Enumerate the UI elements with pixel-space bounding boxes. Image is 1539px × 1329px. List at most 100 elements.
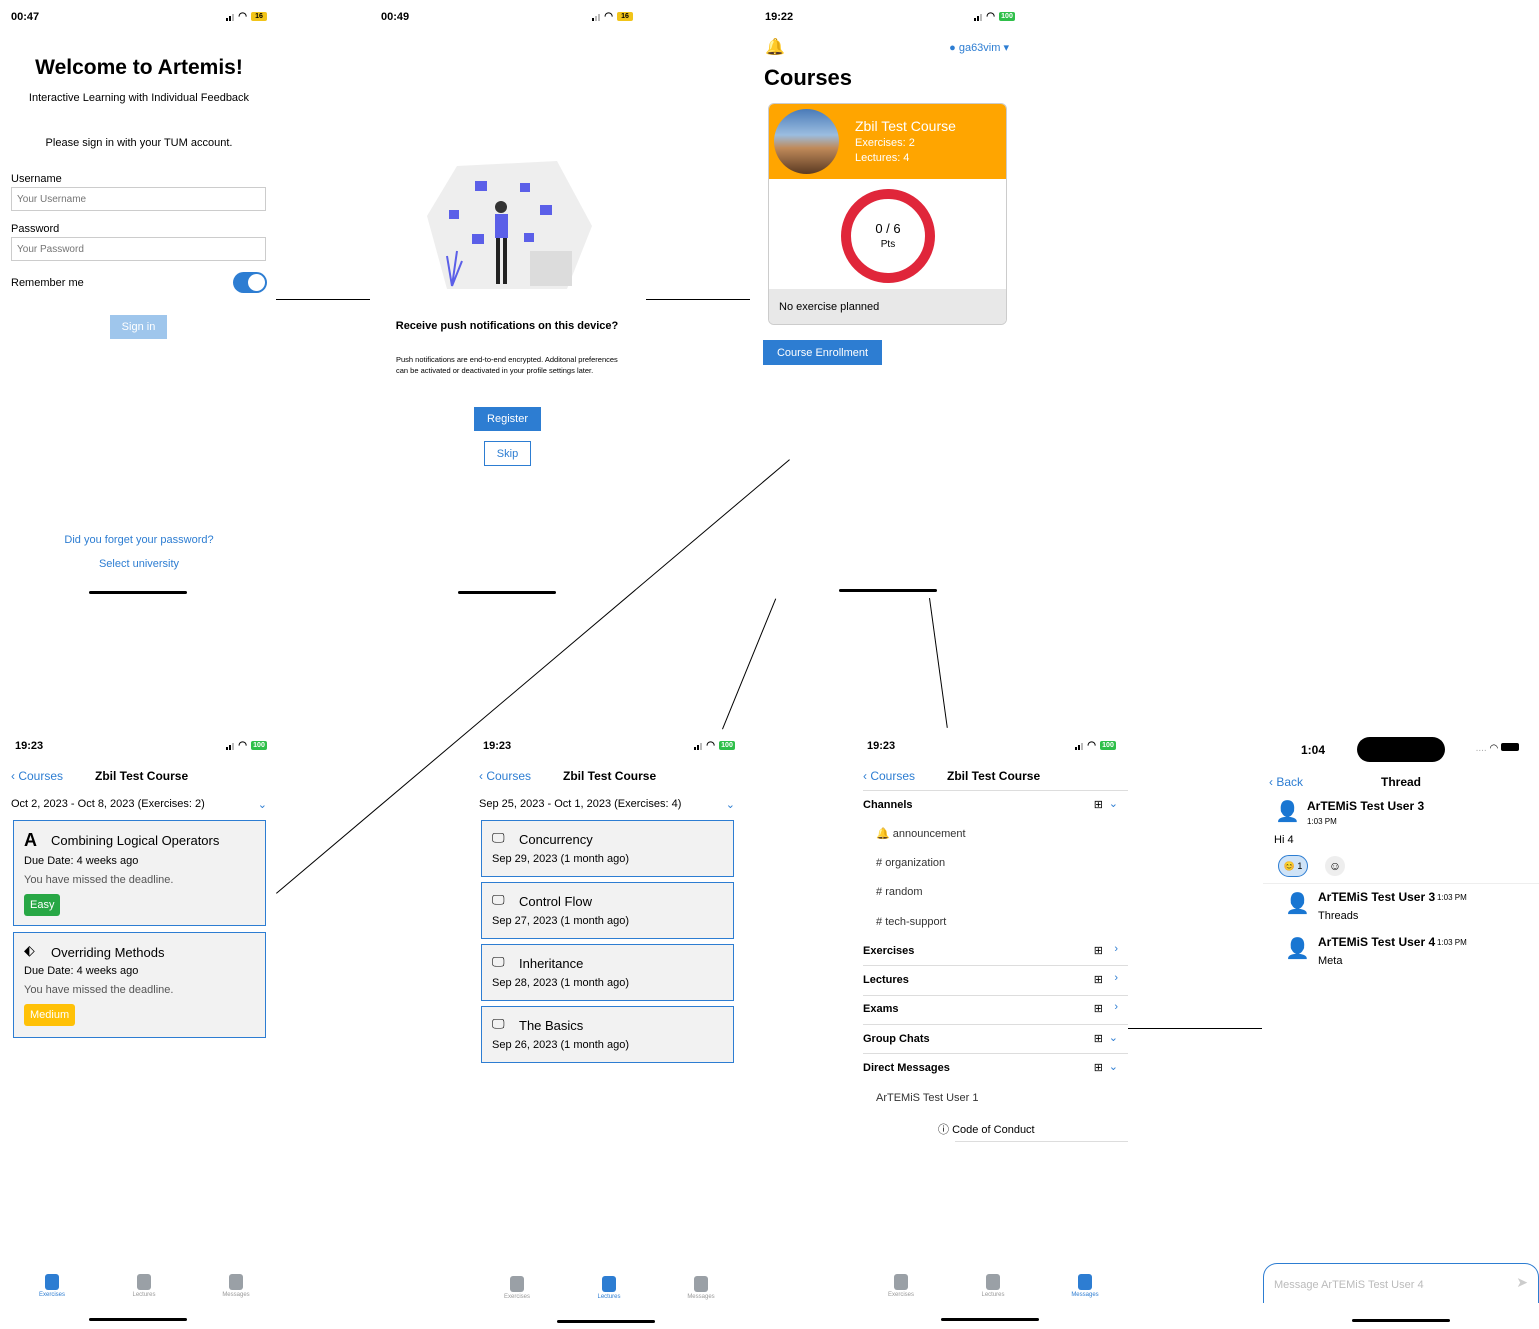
exercise-name: Overriding Methods [51, 945, 165, 960]
back-button[interactable]: ‹ Back [1269, 775, 1303, 789]
tab-lectures[interactable]: Lectures [579, 1276, 639, 1306]
section-header[interactable]: Group Chats ⊞ ⌄ [863, 1025, 1128, 1054]
lecture-card[interactable]: 🖵 Control Flow Sep 27, 2023 (1 month ago… [481, 882, 734, 939]
section-header[interactable]: Channels ⊞ ⌄ [863, 790, 1128, 818]
channel-item[interactable]: # tech-support [876, 916, 946, 928]
add-icon[interactable]: ⊞ [1094, 944, 1103, 957]
nav-bar: ‹ Courses Zbil Test Course [863, 769, 1128, 789]
battery-icon: 16 [251, 12, 267, 21]
bell-icon[interactable]: 🔔 [765, 37, 785, 57]
code-of-conduct-link[interactable]: ⓘ Code of Conduct [938, 1121, 1035, 1137]
nav-title: Zbil Test Course [95, 769, 189, 783]
message-input[interactable]: Message ArTEMiS Test User 4 ➤ [1263, 1263, 1539, 1303]
home-indicator [458, 591, 556, 594]
back-button[interactable]: ‹ Courses [11, 769, 63, 783]
course-card[interactable]: Zbil Test Course Exercises: 2 Lectures: … [768, 103, 1007, 325]
nav-title: Zbil Test Course [563, 769, 657, 783]
text-exercise-icon: A [24, 830, 37, 850]
status-bar: 19:23 ◠ 100 [863, 740, 1128, 760]
status-time: 19:23 [867, 740, 896, 752]
send-icon[interactable]: ➤ [1516, 1274, 1528, 1291]
channel-item[interactable]: # random [876, 886, 922, 898]
battery-icon: 100 [999, 12, 1015, 21]
lectures-screen: 19:23 ◠ 100 ‹ Courses Zbil Test Course S… [479, 740, 739, 1326]
tab-lectures[interactable]: Lectures [114, 1274, 174, 1304]
tab-exercises[interactable]: Exercises [871, 1274, 931, 1304]
password-field[interactable] [11, 237, 266, 261]
add-icon[interactable]: ⊞ [1094, 1061, 1103, 1074]
exercise-card[interactable]: A Combining Logical Operators Due Date: … [13, 820, 266, 926]
tab-messages[interactable]: Messages [671, 1276, 731, 1306]
chevron-down-icon: ⌄ [1108, 1061, 1118, 1073]
channel-item[interactable]: 🔔 announcement [876, 827, 966, 840]
dynamic-island [1357, 737, 1445, 762]
section-header[interactable]: Exams ⊞ › [863, 996, 1128, 1025]
course-exercises: Exercises: 2 [855, 137, 915, 149]
tab-bar: Exercises Lectures Messages [6, 1274, 282, 1304]
week-range: Sep 25, 2023 - Oct 1, 2023 (Exercises: 4… [479, 798, 682, 810]
status-time: 19:22 [765, 11, 794, 23]
message-text: Hi 4 [1274, 834, 1294, 846]
avatar: 👤 [1285, 938, 1310, 960]
book-icon [986, 1274, 1000, 1290]
remember-me-toggle[interactable] [233, 272, 267, 293]
tab-lectures[interactable]: Lectures [963, 1274, 1023, 1304]
reaction-chip[interactable]: 😊 1 [1278, 855, 1308, 877]
week-header[interactable]: Oct 2, 2023 - Oct 8, 2023 (Exercises: 2)… [11, 798, 267, 811]
week-header[interactable]: Sep 25, 2023 - Oct 1, 2023 (Exercises: 4… [479, 798, 735, 811]
signal-icon [1075, 742, 1084, 750]
tab-bar: Exercises Lectures Messages [471, 1276, 747, 1306]
courses-screen: 19:22 ◠ 100 🔔 ● ga63vim ▾ Courses Zbil T… [763, 11, 1015, 597]
add-icon[interactable]: ⊞ [1094, 1032, 1103, 1045]
back-button[interactable]: ‹ Courses [479, 769, 531, 783]
login-screen: 00:47 ◠ 16 Welcome to Artemis! Interacti… [11, 11, 267, 597]
reply-item[interactable]: 👤 ArTEMiS Test User 4 1:03 PM Meta [1263, 930, 1539, 974]
username-label: Username [11, 173, 62, 185]
username-field[interactable] [11, 187, 266, 211]
status-time: 00:47 [11, 11, 40, 23]
battery-icon: 100 [1100, 741, 1116, 750]
tab-exercises[interactable]: Exercises [487, 1276, 547, 1306]
forgot-password-link[interactable]: Did you forget your password? [11, 534, 267, 546]
flow-connector [1128, 1028, 1262, 1029]
book-icon [137, 1274, 151, 1290]
hash-icon: # [876, 857, 886, 869]
messages-screen: 19:23 ◠ 100 ‹ Courses Zbil Test Course C… [863, 740, 1128, 1326]
register-button[interactable]: Register [474, 407, 541, 431]
direct-message-item[interactable]: ArTEMiS Test User 1 [876, 1092, 979, 1104]
username: ga63vim [958, 42, 1001, 54]
lecture-date: Sep 27, 2023 (1 month ago) [492, 915, 629, 927]
select-university-link[interactable]: Select university [11, 558, 267, 570]
add-icon[interactable]: ⊞ [1094, 973, 1103, 986]
tab-messages[interactable]: Messages [206, 1274, 266, 1304]
chat-icon [1078, 1274, 1092, 1290]
add-icon[interactable]: ⊞ [1094, 1002, 1103, 1015]
section-header[interactable]: Lectures ⊞ › [863, 967, 1128, 996]
section-header[interactable]: Exercises ⊞ › [863, 937, 1128, 966]
author-time: 1:03 PM [1307, 817, 1337, 826]
user-menu[interactable]: ● ga63vim ▾ [949, 41, 1009, 54]
sign-in-button[interactable]: Sign in [110, 315, 167, 339]
signal-icon [226, 742, 235, 750]
skip-button[interactable]: Skip [484, 441, 531, 466]
wifi-icon: ◠ [238, 11, 247, 22]
course-enrollment-button[interactable]: Course Enrollment [763, 340, 882, 365]
reply-item[interactable]: 👤 ArTEMiS Test User 3 1:03 PM Threads [1263, 885, 1539, 929]
lecture-card[interactable]: 🖵 Concurrency Sep 29, 2023 (1 month ago) [481, 820, 734, 877]
course-lectures: Lectures: 4 [855, 152, 910, 164]
lecture-card[interactable]: 🖵 Inheritance Sep 28, 2023 (1 month ago) [481, 944, 734, 1001]
status-icons: .... ◠ [1476, 743, 1519, 754]
score-ring: 0 / 6 Pts [841, 189, 935, 283]
tab-exercises[interactable]: Exercises [22, 1274, 82, 1304]
chevron-right-icon: › [1114, 943, 1118, 955]
add-reaction-button[interactable]: ☺ [1325, 856, 1345, 876]
lecture-date: Sep 28, 2023 (1 month ago) [492, 977, 629, 989]
push-body: Push notifications are end-to-end encryp… [396, 355, 618, 375]
channel-item[interactable]: # organization [876, 857, 945, 869]
tab-messages[interactable]: Messages [1055, 1274, 1115, 1304]
lecture-card[interactable]: 🖵 The Basics Sep 26, 2023 (1 month ago) [481, 1006, 734, 1063]
back-button[interactable]: ‹ Courses [863, 769, 915, 783]
add-channel-icon[interactable]: ⊞ [1094, 798, 1103, 811]
section-header[interactable]: Direct Messages ⊞ ⌄ [863, 1055, 1128, 1084]
exercise-card[interactable]: ⬖ Overriding Methods Due Date: 4 weeks a… [13, 932, 266, 1038]
